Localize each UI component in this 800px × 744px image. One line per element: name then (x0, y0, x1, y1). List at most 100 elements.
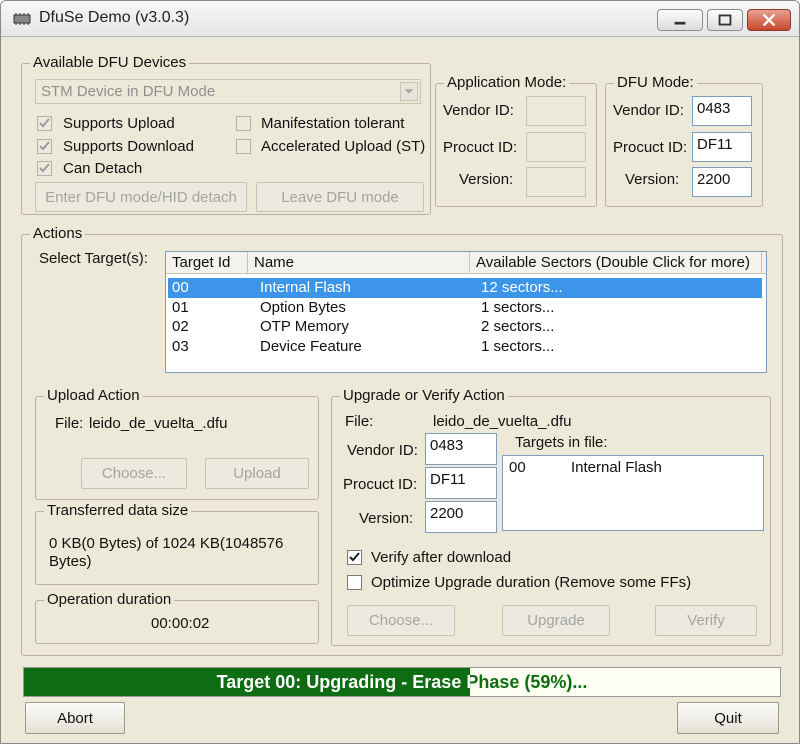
supports-download-label: Supports Download (63, 138, 194, 155)
table-row[interactable]: 00 Internal Flash 12 sectors... (168, 278, 762, 298)
manifestation-tolerant-checkbox[interactable] (236, 116, 251, 131)
row-target-id: 02 (172, 318, 189, 335)
title-bar[interactable]: DfuSe Demo (v3.0.3) (1, 1, 799, 37)
progress-text-clip: Target 00: Upgrading - Erase Phase (59%)… (24, 668, 470, 696)
upload-button[interactable]: Upload (205, 458, 309, 489)
upgrade-verify-legend: Upgrade or Verify Action (340, 387, 508, 405)
app-product-id-label: Procuct ID: (443, 139, 518, 156)
table-row[interactable]: 01 Option Bytes 1 sectors... (168, 298, 762, 318)
supports-upload-label: Supports Upload (63, 115, 175, 132)
minimize-button[interactable] (657, 9, 703, 31)
row-name: Device Feature (260, 338, 362, 355)
verify-after-download-checkbox[interactable] (347, 550, 362, 565)
dfu-product-id-label: Procuct ID: (613, 139, 688, 156)
can-detach-label: Can Detach (63, 160, 143, 177)
upgrade-vendor-id-field: 0483 (425, 433, 497, 465)
upgrade-choose-button[interactable]: Choose... (347, 605, 455, 636)
select-targets-label: Select Target(s): (39, 250, 148, 267)
verify-button[interactable]: Verify (655, 605, 757, 636)
supports-download-checkbox[interactable] (37, 139, 52, 154)
upgrade-file-label: File: (345, 413, 374, 430)
device-select[interactable]: STM Device in DFU Mode (35, 79, 421, 104)
dfu-vendor-id-label: Vendor ID: (613, 102, 684, 119)
quit-button[interactable]: Quit (677, 702, 779, 734)
transferred-data-line2: Bytes) (49, 553, 92, 570)
app-version-label: Version: (459, 171, 514, 188)
chevron-down-icon[interactable] (400, 82, 418, 101)
leave-dfu-mode-button[interactable]: Leave DFU mode (256, 182, 424, 212)
upload-choose-button[interactable]: Choose... (81, 458, 187, 489)
targets-list[interactable]: Target Id Name Available Sectors (Double… (165, 251, 767, 373)
row-name: OTP Memory (260, 318, 349, 335)
dfu-product-id-field: DF11 (692, 132, 752, 162)
maximize-icon (718, 14, 732, 26)
check-icon (39, 141, 50, 151)
file-target-id[interactable]: 00 (509, 459, 526, 477)
upgrade-file-name: leido_de_vuelta_.dfu (433, 413, 572, 430)
actions-legend: Actions (30, 225, 86, 243)
row-sectors: 1 sectors... (481, 299, 555, 316)
row-target-id: 01 (172, 299, 189, 316)
app-vendor-id-label: Vendor ID: (443, 102, 514, 119)
dfuse-window: DfuSe Demo (v3.0.3) Available DFU Device… (0, 0, 800, 744)
upgrade-product-id-label: Procuct ID: (343, 476, 418, 493)
operation-duration-legend: Operation duration (44, 591, 175, 609)
app-vendor-id-field (526, 96, 586, 126)
row-sectors: 2 sectors... (481, 318, 555, 335)
row-name: Option Bytes (260, 299, 346, 316)
column-available-sectors[interactable]: Available Sectors (Double Click for more… (470, 252, 762, 274)
window-title: DfuSe Demo (v3.0.3) (39, 9, 190, 26)
maximize-button[interactable] (707, 9, 743, 31)
row-sectors: 12 sectors... (481, 279, 563, 296)
usb-chip-icon (13, 13, 31, 25)
row-name: Internal Flash (260, 279, 351, 296)
upgrade-version-label: Version: (359, 510, 414, 527)
check-icon (39, 163, 50, 173)
available-dfu-devices-legend: Available DFU Devices (30, 54, 190, 72)
accelerated-upload-checkbox[interactable] (236, 139, 251, 154)
manifestation-tolerant-label: Manifestation tolerant (261, 115, 405, 132)
dfu-version-field: 2200 (692, 167, 752, 197)
table-row[interactable]: 02 OTP Memory 2 sectors... (168, 317, 762, 337)
dfu-mode-legend: DFU Mode: (614, 74, 697, 92)
targets-in-file-label: Targets in file: (515, 434, 608, 451)
targets-in-file-list[interactable]: 00 Internal Flash (502, 455, 764, 531)
operation-duration-value: 00:00:02 (151, 615, 210, 632)
accelerated-upload-label: Accelerated Upload (ST) (261, 138, 426, 155)
optimize-upgrade-label: Optimize Upgrade duration (Remove some F… (371, 574, 692, 591)
file-target-name[interactable]: Internal Flash (571, 459, 662, 477)
row-target-id: 00 (172, 279, 189, 296)
supports-upload-checkbox[interactable] (37, 116, 52, 131)
device-select-value: STM Device in DFU Mode (41, 83, 216, 100)
close-button[interactable] (747, 9, 791, 31)
table-row[interactable]: 03 Device Feature 1 sectors... (168, 337, 762, 357)
upload-file-name: leido_de_vuelta_.dfu (89, 415, 228, 432)
progress-bar: Target 00: Upgrading - Erase Phase (59%)… (23, 667, 781, 697)
app-version-field (526, 167, 586, 197)
upgrade-button[interactable]: Upgrade (502, 605, 610, 636)
optimize-upgrade-checkbox[interactable] (347, 575, 362, 590)
progress-text-inverse: Target 00: Upgrading - Erase Phase (59%)… (216, 672, 470, 692)
transferred-data-legend: Transferred data size (44, 502, 192, 520)
upgrade-version-field: 2200 (425, 501, 497, 533)
application-mode-legend: Application Mode: (444, 74, 570, 92)
check-icon (39, 118, 50, 128)
close-icon (762, 13, 776, 27)
upgrade-vendor-id-label: Vendor ID: (347, 442, 418, 459)
upload-file-label: File: (55, 415, 84, 432)
dfu-version-label: Version: (625, 171, 680, 188)
column-name[interactable]: Name (248, 252, 470, 274)
check-icon (349, 552, 360, 562)
transferred-data-line1: 0 KB(0 Bytes) of 1024 KB(1048576 (49, 535, 284, 552)
column-target-id[interactable]: Target Id (166, 252, 248, 274)
verify-after-download-label: Verify after download (371, 549, 512, 566)
abort-button[interactable]: Abort (25, 702, 125, 734)
row-sectors: 1 sectors... (481, 338, 555, 355)
can-detach-checkbox[interactable] (37, 161, 52, 176)
upload-action-legend: Upload Action (44, 387, 143, 405)
minimize-icon (674, 21, 686, 25)
upgrade-product-id-field: DF11 (425, 467, 497, 499)
targets-list-header: Target Id Name Available Sectors (Double… (166, 252, 766, 274)
row-target-id: 03 (172, 338, 189, 355)
enter-dfu-mode-button[interactable]: Enter DFU mode/HID detach (35, 182, 247, 212)
